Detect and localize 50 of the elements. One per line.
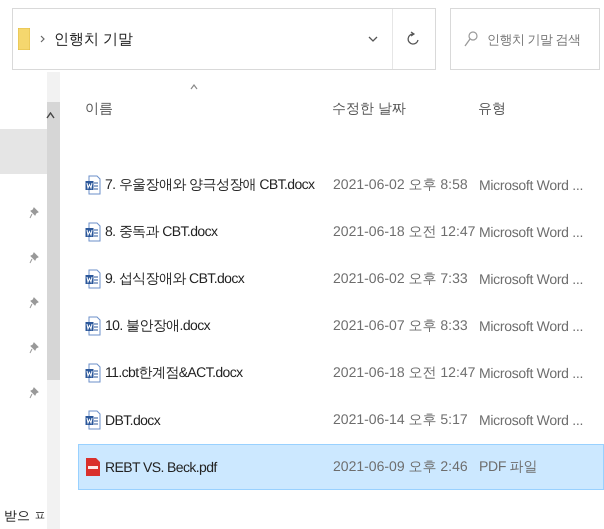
modified-date: 2021-06-09 오후 2:46 [333,458,469,476]
word-document-icon [85,363,101,383]
modified-date: 2021-06-02 오후 8:58 [333,176,469,194]
file-name: 11.cbt한계점&ACT.docx [105,364,243,382]
refresh-icon[interactable] [407,31,419,47]
modified-date: 2021-06-07 오후 8:33 [333,317,469,335]
word-document-icon [85,316,101,336]
modified-date: 2021-06-18 오전 12:47 [333,364,476,382]
scrollbar-thumb[interactable] [47,102,60,380]
file-type: Microsoft Word ... [479,318,584,334]
pdf-icon [85,457,101,477]
file-name: 8. 중독과 CBT.docx [105,223,218,241]
dropdown-icon[interactable] [368,36,378,42]
column-header[interactable]: 유형 [478,100,506,116]
file-row[interactable]: 10. 불안장애.docx 2021-06-07 오후 8:33 Microsoft Word ... [78,303,604,349]
modified-date: 2021-06-14 오후 5:17 [333,411,469,429]
file-name: 10. 불안장애.docx [105,317,210,335]
file-name: 9. 섭식장애와 CBT.docx [105,270,244,288]
word-document-icon [85,222,101,242]
file-type: PDF 파일 [479,458,538,476]
file-type: Microsoft Word ... [479,271,584,287]
scroll-up-icon[interactable] [46,112,55,119]
file-row[interactable]: 11.cbt한계점&ACT.docx 2021-06-18 오전 12:47 Microsoft Word ... [78,350,604,396]
file-name: 7. 우울장애와 양극성장애 CBT.docx [105,176,314,194]
file-name: REBT VS. Beck.pdf [105,459,217,475]
word-document-icon [85,175,101,195]
file-name: DBT.docx [105,412,160,428]
word-document-icon [85,410,101,430]
address-path[interactable]: 인행치 기말 [54,30,368,48]
file-row[interactable]: 7. 우울장애와 양극성장애 CBT.docx 2021-06-02 오후 8:58 Microsoft Word ... [78,162,604,208]
modified-date: 2021-06-18 오전 12:47 [333,223,476,241]
column-header[interactable]: 이름 [85,100,113,116]
file-row[interactable]: 8. 중독과 CBT.docx 2021-06-18 오전 12:47 Microsoft Word ... [78,209,604,255]
folder-icon [18,28,30,50]
scrollbar[interactable] [47,72,60,529]
word-document-icon [85,269,101,289]
file-type: Microsoft Word ... [479,224,584,240]
file-type: Microsoft Word ... [479,365,584,381]
file-type: Microsoft Word ... [479,177,584,193]
address-bar[interactable]: 인행치 기말 [12,8,436,70]
file-row[interactable]: 9. 섭식장애와 CBT.docx 2021-06-02 오후 7:33 Microsoft Word ... [78,256,604,302]
modified-date: 2021-06-02 오후 7:33 [333,270,469,288]
file-row[interactable]: REBT VS. Beck.pdf 2021-06-09 오후 2:46 PDF 파일 [78,444,604,490]
chevron-right-icon [40,35,45,43]
file-type: Microsoft Word ... [479,412,584,428]
search-field[interactable]: 인행치 기말 검색 [450,8,600,70]
column-header[interactable]: 수정한 날짜 [332,100,406,116]
file-row[interactable]: DBT.docx 2021-06-14 오후 5:17 Microsoft Word ... [78,397,604,443]
nav-label[interactable]: 받으 ㅍ [0,507,47,525]
search-icon [464,31,478,47]
